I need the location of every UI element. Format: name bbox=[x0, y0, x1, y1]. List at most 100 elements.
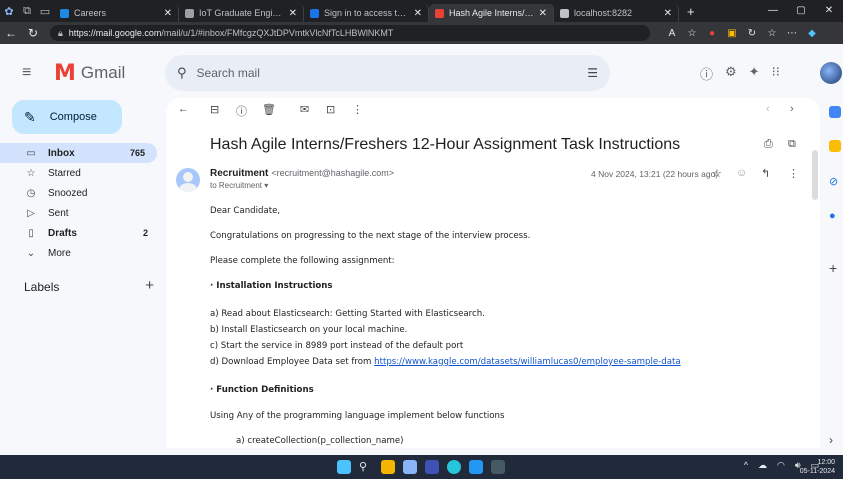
url-field[interactable]: 🔒︎ https://mail.google.com/mail/u/1/#inb… bbox=[50, 25, 650, 41]
close-tab-icon[interactable]: ✕ bbox=[539, 8, 547, 19]
extension-icon[interactable]: ● bbox=[702, 28, 722, 39]
tasks-icon[interactable]: ⊘ bbox=[829, 176, 841, 188]
search-icon[interactable]: ⚲ bbox=[177, 65, 187, 81]
main-menu-icon[interactable]: ≡ bbox=[22, 64, 44, 82]
browser-tab[interactable]: localhost:8282 ✕ bbox=[554, 4, 679, 22]
calendar-icon[interactable] bbox=[829, 106, 841, 118]
inbox-icon: ▭ bbox=[26, 147, 36, 159]
close-window-button[interactable]: ✕ bbox=[815, 0, 843, 22]
account-avatar[interactable] bbox=[820, 62, 842, 84]
body-text: d) Download Employee Data set from bbox=[210, 357, 375, 367]
new-tab-button[interactable]: + bbox=[687, 4, 695, 19]
add-label-icon[interactable]: + bbox=[145, 278, 154, 294]
close-tab-icon[interactable]: ✕ bbox=[164, 8, 172, 19]
star-message-icon[interactable]: ☆ bbox=[712, 167, 722, 180]
chevron-down-icon[interactable]: ▾ bbox=[264, 181, 268, 190]
maximize-button[interactable]: ▢ bbox=[787, 0, 815, 22]
expand-panel-icon[interactable]: › bbox=[829, 434, 841, 446]
start-icon[interactable] bbox=[337, 460, 351, 474]
send-icon: ▷ bbox=[27, 207, 35, 219]
body-text: a) Read about Elasticsearch: Getting Sta… bbox=[210, 309, 485, 319]
move-to-icon[interactable]: ⊡ bbox=[326, 103, 335, 116]
dataset-link[interactable]: https://www.kaggle.com/datasets/williaml… bbox=[374, 357, 680, 367]
mark-unread-icon[interactable]: ✉ bbox=[300, 103, 309, 116]
edge-icon[interactable] bbox=[447, 460, 461, 474]
file-explorer-icon[interactable] bbox=[381, 460, 395, 474]
message-more-icon[interactable]: ⋮ bbox=[788, 167, 799, 180]
terminal-icon[interactable] bbox=[491, 460, 505, 474]
sender-avatar[interactable] bbox=[176, 168, 200, 192]
emoji-react-icon[interactable]: ☺ bbox=[736, 167, 747, 179]
get-addons-icon[interactable]: + bbox=[829, 261, 841, 275]
refresh-extension-icon[interactable]: ↻ bbox=[742, 28, 762, 39]
clock-icon: ◷ bbox=[26, 187, 36, 199]
more-menu-icon[interactable]: ⋯ bbox=[782, 28, 802, 39]
cloud-icon[interactable]: ☁ bbox=[758, 460, 767, 471]
workspaces-icon[interactable]: ⧉ bbox=[18, 0, 36, 22]
apps-grid-icon[interactable]: ⁝⁝ bbox=[772, 64, 780, 83]
read-aloud-icon[interactable]: A bbox=[662, 28, 682, 39]
browser-tab[interactable]: Careers ✕ bbox=[54, 4, 179, 22]
browser-tab[interactable]: Hash Agile Interns/Fresher ✕ bbox=[429, 4, 554, 22]
contacts-icon[interactable]: ● bbox=[829, 210, 841, 222]
back-to-inbox-icon[interactable]: ← bbox=[178, 103, 189, 115]
favorite-icon[interactable]: ☆ bbox=[682, 28, 702, 39]
taskbar-search-icon[interactable]: ⚲ bbox=[359, 460, 373, 474]
open-new-window-icon[interactable]: ⧉ bbox=[788, 138, 796, 151]
older-icon[interactable]: › bbox=[790, 103, 794, 115]
newer-icon[interactable]: ‹ bbox=[766, 103, 770, 115]
minimize-button[interactable]: — bbox=[759, 0, 787, 22]
settings-icon[interactable]: ⚙ bbox=[725, 64, 737, 83]
report-spam-icon[interactable]: ⓘ bbox=[236, 103, 247, 119]
notepad-icon[interactable] bbox=[403, 460, 417, 474]
copilot-icon[interactable]: ◆ bbox=[802, 28, 822, 39]
app-icon-l[interactable] bbox=[425, 460, 439, 474]
message-date: 4 Nov 2024, 13:21 (22 hours ago) bbox=[591, 169, 719, 179]
extension-icon-2[interactable]: ▣ bbox=[722, 28, 742, 39]
reply-icon[interactable]: ↰ bbox=[761, 167, 770, 180]
message-panel: ← ⊟ ⓘ 🗑︎ ✉ ⊡ ⋮ ‹ › Hash Agile Interns/Fr… bbox=[166, 98, 820, 448]
help-icon[interactable]: ⓘ bbox=[700, 64, 713, 83]
sidebar-item-snoozed[interactable]: ◷ Snoozed bbox=[0, 183, 160, 203]
browser-tab[interactable]: Sign in to access this netw ✕ bbox=[304, 4, 429, 22]
compose-button[interactable]: ✎ Compose bbox=[12, 100, 122, 134]
sidebar-item-more[interactable]: ⌄ More bbox=[0, 243, 160, 263]
search-options-icon[interactable]: ☰ bbox=[587, 66, 598, 80]
sender-name[interactable]: Recruitment bbox=[210, 168, 268, 179]
refresh-icon[interactable]: ↻ bbox=[22, 26, 44, 40]
close-tab-icon[interactable]: ✕ bbox=[664, 8, 672, 19]
print-icon[interactable]: ⎙ bbox=[764, 138, 773, 151]
close-tab-icon[interactable]: ✕ bbox=[414, 8, 422, 19]
close-tab-icon[interactable]: ✕ bbox=[289, 8, 297, 19]
tray-chevron-icon[interactable]: ^ bbox=[744, 460, 748, 471]
gmail-logo[interactable]: M Gmail bbox=[54, 61, 125, 86]
search-input[interactable] bbox=[196, 66, 578, 80]
tab-title: localhost:8282 bbox=[574, 8, 633, 18]
header-icons: ⓘ ⚙ ✦ ⁝⁝ bbox=[700, 64, 780, 83]
sender-info: Recruitment <recruitment@hashagile.com> bbox=[210, 168, 394, 179]
taskbar-clock[interactable]: 12:00 05-11-2024 bbox=[800, 458, 835, 476]
back-icon[interactable]: ← bbox=[0, 26, 22, 40]
sidebar-item-sent[interactable]: ▷ Sent bbox=[0, 203, 160, 223]
sidebar-item-starred[interactable]: ☆ Starred bbox=[0, 163, 160, 183]
favorites-bar-icon[interactable]: ☆ bbox=[762, 28, 782, 39]
sidebar-item-inbox[interactable]: ▭ Inbox 765 bbox=[0, 143, 157, 163]
browser-tab[interactable]: IoT Graduate Engineer Pos ✕ bbox=[179, 4, 304, 22]
tab-favicon-icon bbox=[60, 8, 69, 18]
delete-icon[interactable]: 🗑︎ bbox=[262, 103, 276, 116]
browser-profile-icon[interactable]: ✿ bbox=[0, 0, 18, 22]
recipients-text: to Recruitment bbox=[210, 181, 263, 190]
body-text: a) createCollection(p_collection_name) bbox=[236, 436, 404, 446]
wifi-icon[interactable]: ◠ bbox=[777, 460, 785, 471]
tab-actions-icon[interactable]: ▭ bbox=[36, 0, 54, 22]
vscode-icon[interactable] bbox=[469, 460, 483, 474]
recipients-line[interactable]: to Recruitment ▾ bbox=[210, 181, 268, 190]
more-actions-icon[interactable]: ⋮ bbox=[352, 103, 363, 116]
archive-icon[interactable]: ⊟ bbox=[210, 103, 219, 116]
gemini-icon[interactable]: ✦ bbox=[749, 64, 760, 83]
body-text: Please complete the following assignment… bbox=[210, 256, 395, 266]
scrollbar-thumb[interactable] bbox=[812, 150, 818, 200]
keep-icon[interactable] bbox=[829, 140, 841, 152]
sidebar-item-drafts[interactable]: ▯ Drafts 2 bbox=[0, 223, 160, 243]
star-icon: ☆ bbox=[26, 167, 36, 179]
